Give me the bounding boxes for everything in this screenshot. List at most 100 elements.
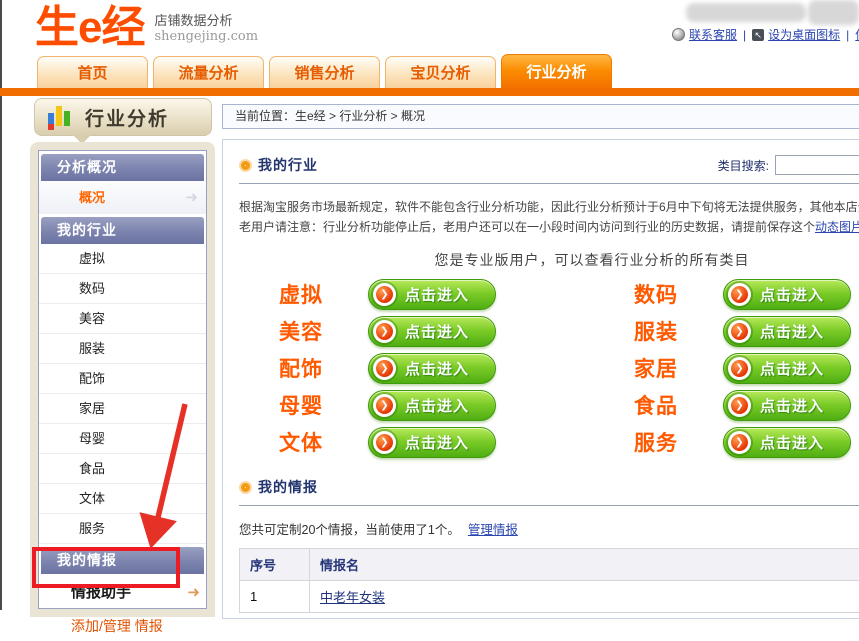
assistant-arrow-icon: ➜ (187, 574, 200, 611)
sidebar-title-badge: 行业分析 (34, 98, 212, 136)
category-cell: 服装 ❯ 点击进入 (634, 315, 859, 347)
enter-button-digital[interactable]: ❯ 点击进入 (723, 279, 851, 310)
section-bullet-icon (241, 161, 250, 170)
contact-support-link[interactable]: 联系客服 (689, 26, 737, 43)
enter-button-services[interactable]: ❯ 点击进入 (723, 427, 851, 458)
sidebar-item-manage-intel[interactable]: 添加/管理 情报 (39, 611, 206, 641)
enter-button-accessories[interactable]: ❯ 点击进入 (368, 353, 496, 384)
tab-traffic-analysis[interactable]: 流量分析 (153, 56, 264, 90)
enter-button-label: 点击进入 (405, 432, 469, 453)
category-cell: 配饰 ❯ 点击进入 (279, 352, 634, 384)
annotation-arrow (128, 398, 208, 560)
enter-arrow-icon: ❯ (728, 394, 751, 417)
link-separator: | (743, 28, 746, 42)
tab-item-analysis[interactable]: 宝贝分析 (385, 56, 496, 90)
section-title: 我的行业 (258, 155, 318, 175)
tab-sales-analysis[interactable]: 销售分析 (269, 56, 380, 90)
tabbar-underline (0, 88, 859, 96)
tab-home[interactable]: 首页 (37, 56, 148, 90)
category-grid: 虚拟 ❯ 点击进入 数码 ❯ 点击进入 美容 ❯ 点击进入 服装 ❯ 点击进入 (279, 278, 859, 458)
app-logo: 生e经 店铺数据分析 shengejing.com (35, 8, 258, 48)
category-cell: 虚拟 ❯ 点击进入 (279, 278, 634, 310)
category-label: 数码 (634, 279, 678, 309)
sidebar-item-digital[interactable]: 数码 (39, 274, 206, 304)
section-bullet-icon (241, 483, 250, 492)
category-label: 文体 (279, 427, 323, 457)
dynamic-image-link[interactable]: 动态图片 (815, 220, 859, 234)
notice-line-1: 根据淘宝服务市场最新规定，软件不能包含行业分析功能，因此行业分析预计于6月中下旬… (239, 197, 859, 217)
enter-button-label: 点击进入 (760, 284, 824, 305)
page: { "header": { "logo": "生e经", "logo_subti… (0, 0, 859, 610)
set-desktop-link[interactable]: 设为桌面图标 (768, 26, 840, 43)
main-nav-tabs: 首页 流量分析 销售分析 宝贝分析 行业分析 (37, 54, 612, 90)
section-divider (239, 505, 859, 506)
sidebar-item-overview[interactable]: 概况 ➜ (39, 181, 206, 214)
sidebar-item-label: 概况 (79, 181, 105, 214)
enter-button-beauty[interactable]: ❯ 点击进入 (368, 316, 496, 347)
enter-arrow-icon: ❯ (728, 431, 751, 454)
category-label: 美容 (279, 316, 323, 346)
col-header-intel-name: 情报名 (310, 549, 859, 581)
notice-line-2-text: 老用户请注意：行业分析功能停止后，老用户还可以在一小段时间内访问到行业的历史数据… (239, 220, 815, 234)
category-label: 食品 (634, 390, 678, 420)
enter-button-label: 点击进入 (760, 321, 824, 342)
col-header-index: 序号 (240, 549, 310, 581)
category-cell: 数码 ❯ 点击进入 (634, 278, 859, 310)
enter-button-label: 点击进入 (405, 358, 469, 379)
sidebar-item-beauty[interactable]: 美容 (39, 304, 206, 334)
enter-arrow-icon: ❯ (373, 320, 396, 343)
active-arrow-icon: ➜ (185, 181, 198, 214)
enter-arrow-icon: ❯ (728, 283, 751, 306)
sidebar-title: 行业分析 (85, 104, 169, 131)
table-header-row: 序号 情报名 (240, 549, 859, 581)
enter-button-food[interactable]: ❯ 点击进入 (723, 390, 851, 421)
enter-button-label: 点击进入 (760, 395, 824, 416)
category-label: 虚拟 (279, 279, 323, 309)
redacted-user-info (808, 0, 859, 25)
sidebar-section-overview: 分析概况 (41, 154, 204, 181)
category-cell: 服务 ❯ 点击进入 (634, 426, 859, 458)
intel-section-header: 我的情报 (239, 474, 859, 500)
enter-arrow-icon: ❯ (728, 320, 751, 343)
logo-text: 生e经 (35, 8, 144, 48)
category-cell: 母婴 ❯ 点击进入 (279, 389, 634, 421)
enter-button-clothing[interactable]: ❯ 点击进入 (723, 316, 851, 347)
sidebar-section-my-industry: 我的行业 (41, 217, 204, 244)
enter-button-home[interactable]: ❯ 点击进入 (723, 353, 851, 384)
breadcrumb: 当前位置：生e经 > 行业分析 > 概况 (222, 104, 859, 129)
enter-button-label: 点击进入 (760, 358, 824, 379)
quota-text: 您共可定制20个情报，当前使用了1个。 (239, 523, 460, 537)
enter-button-baby[interactable]: ❯ 点击进入 (368, 390, 496, 421)
intel-table: 序号 情报名 1 中老年女装 (239, 548, 859, 613)
cell-index: 1 (240, 581, 310, 613)
enter-arrow-icon: ❯ (373, 431, 396, 454)
enter-arrow-icon: ❯ (373, 283, 396, 306)
category-label: 母婴 (279, 390, 323, 420)
redacted-user-info (686, 3, 806, 22)
sidebar-item-clothing[interactable]: 服装 (39, 334, 206, 364)
enter-button-sports[interactable]: ❯ 点击进入 (368, 427, 496, 458)
manage-intel-link[interactable]: 管理情报 (468, 523, 518, 537)
logo-domain: shengejing.com (154, 29, 258, 44)
intel-item-link[interactable]: 中老年女装 (320, 590, 385, 605)
enter-button-label: 点击进入 (760, 432, 824, 453)
cell-intel-name: 中老年女装 (310, 581, 859, 613)
intel-quota-text: 您共可定制20个情报，当前使用了1个。管理情报 (239, 519, 859, 538)
pro-user-text: 您是专业版用户，可以查看行业分析的所有类目 (239, 250, 859, 270)
category-cell: 家居 ❯ 点击进入 (634, 352, 859, 384)
category-search-input[interactable] (775, 155, 859, 175)
enter-arrow-icon: ❯ (373, 357, 396, 380)
category-label: 家居 (634, 353, 678, 383)
tab-industry-analysis[interactable]: 行业分析 (501, 54, 612, 90)
logo-subtitle: 店铺数据分析 (154, 10, 258, 29)
enter-button-label: 点击进入 (405, 321, 469, 342)
category-cell: 食品 ❯ 点击进入 (634, 389, 859, 421)
enter-button-label: 点击进入 (405, 284, 469, 305)
notice-text: 根据淘宝服务市场最新规定，软件不能包含行业分析功能，因此行业分析预计于6月中下旬… (239, 197, 859, 237)
sidebar-item-virtual[interactable]: 虚拟 (39, 244, 206, 274)
category-label: 服装 (634, 316, 678, 346)
sidebar-item-accessories[interactable]: 配饰 (39, 364, 206, 394)
help-link[interactable]: 使用帮助 (855, 26, 859, 43)
enter-button-virtual[interactable]: ❯ 点击进入 (368, 279, 496, 310)
table-row: 1 中老年女装 (240, 581, 859, 613)
